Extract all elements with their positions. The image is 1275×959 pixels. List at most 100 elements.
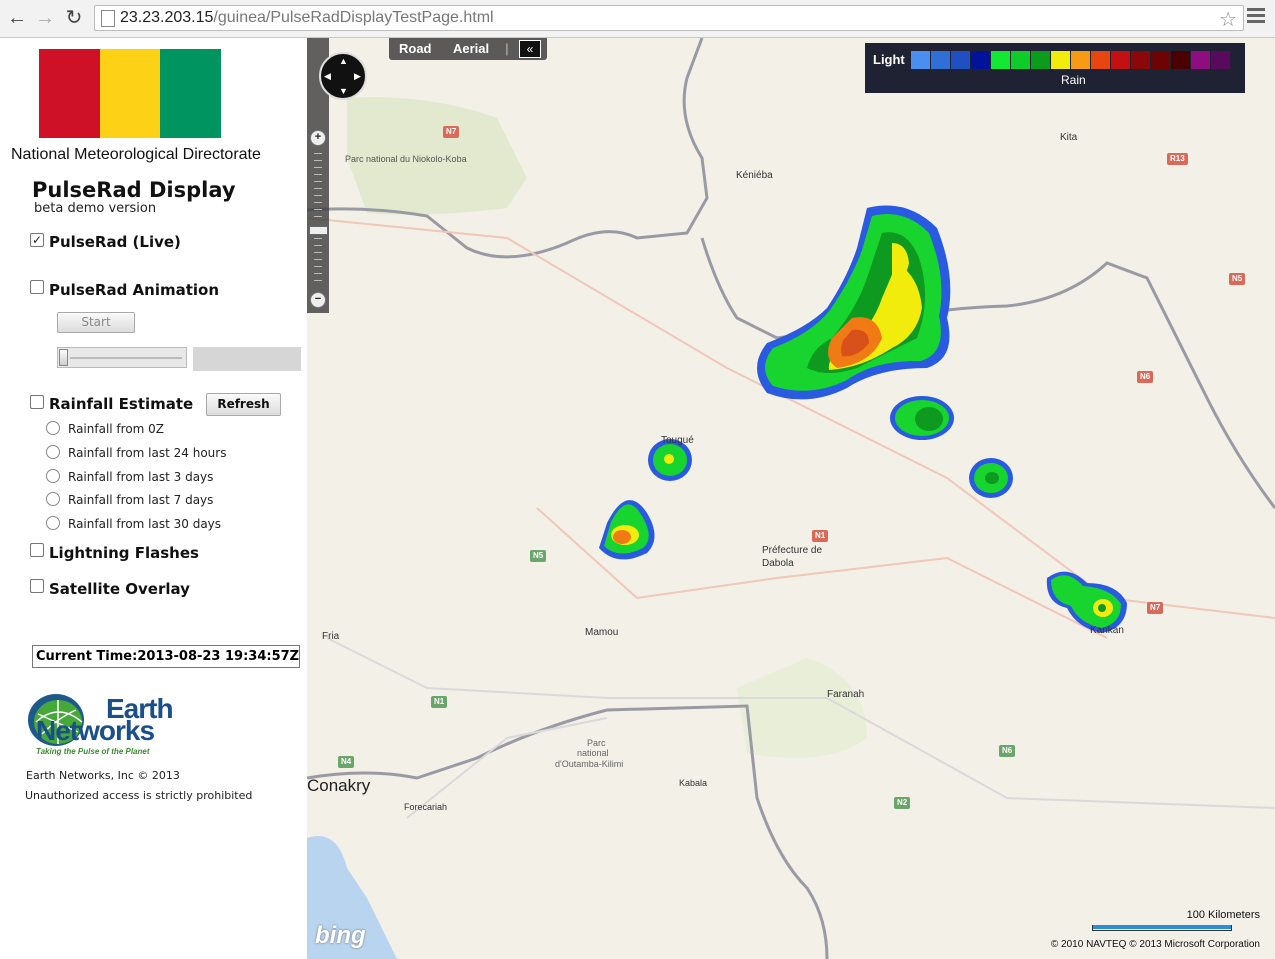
- road-shield: N6: [1137, 371, 1154, 383]
- zoom-in-icon[interactable]: +: [310, 130, 326, 146]
- sidebar: National Meteorological Directorate Puls…: [0, 38, 307, 959]
- app-title: PulseRad Display: [32, 178, 236, 202]
- rainfall-estimate-checkbox[interactable]: [30, 395, 44, 409]
- reload-icon[interactable]: ↻: [63, 6, 85, 30]
- legend-swatch: [1091, 51, 1110, 69]
- logo-text-networks: Networks: [36, 715, 155, 746]
- road-shield: N2: [894, 797, 911, 809]
- rainfall-option-label: Rainfall from 0Z: [68, 422, 165, 436]
- url-path: /guinea/PulseRadDisplayTestPage.html: [213, 9, 494, 26]
- place-label: Forecariah: [404, 802, 448, 812]
- guinea-flag: [39, 49, 222, 138]
- road-shield: N7: [443, 126, 460, 138]
- back-arrow-icon[interactable]: ←: [6, 6, 28, 30]
- pulserad-animation-checkbox[interactable]: [30, 280, 44, 294]
- road-shield: N5: [1229, 273, 1246, 285]
- forward-arrow-icon[interactable]: →: [34, 6, 56, 30]
- browser-toolbar: ← → ↻ 23.23.203.15/guinea/PulseRadDispla…: [0, 0, 1275, 38]
- radar-map[interactable]: Parc national du Niokolo-Koba Kéniéba Ki…: [307, 38, 1275, 959]
- start-button[interactable]: Start: [57, 312, 135, 333]
- legend-swatch: [1191, 51, 1210, 69]
- scale-label: 100 Kilometers: [1186, 909, 1260, 921]
- place-label: d'Outamba-Kilimi: [555, 759, 624, 769]
- rainfall-24h-radio[interactable]: [46, 445, 60, 459]
- pulserad-live-checkbox[interactable]: ✓: [30, 233, 44, 247]
- road-shield: R13: [1167, 153, 1188, 165]
- animation-slider[interactable]: [57, 347, 187, 368]
- pulserad-animation-label: PulseRad Animation: [49, 281, 220, 299]
- place-label: Tougué: [661, 435, 694, 446]
- legend-swatch: [1011, 51, 1030, 69]
- place-label: Dabola: [762, 558, 794, 569]
- separator: |: [505, 41, 509, 56]
- rainfall-0z-radio[interactable]: [46, 421, 60, 435]
- road-shield: N6: [999, 745, 1016, 757]
- animation-frame-display: [193, 347, 301, 371]
- slider-track: [70, 357, 182, 359]
- current-time: Current Time:2013-08-23 19:34:57Z: [32, 645, 300, 668]
- aerial-view-button[interactable]: Aerial: [453, 41, 489, 56]
- legend-swatch: [1071, 51, 1090, 69]
- bookmark-star-icon[interactable]: ☆: [1219, 7, 1237, 32]
- legend-swatch: [1211, 51, 1230, 69]
- legend-swatch: [1111, 51, 1130, 69]
- pan-compass-icon[interactable]: ▲ ▼ ◀ ▶: [319, 52, 367, 100]
- map-type-bar: Road Aerial | «: [389, 38, 547, 60]
- rainfall-30d-radio[interactable]: [46, 516, 60, 530]
- legend-light-label: Light: [873, 52, 905, 67]
- earth-networks-logo: Earth Networks Taking the Pulse of the P…: [24, 688, 204, 758]
- scale-bar: [1092, 925, 1232, 931]
- legend-rain-label: Rain: [1061, 73, 1086, 87]
- road-view-button[interactable]: Road: [399, 41, 432, 56]
- road-shield: N4: [338, 756, 355, 768]
- place-label: national: [577, 748, 609, 758]
- place-label: Kabala: [679, 778, 708, 788]
- access-warning: Unauthorized access is strictly prohibit…: [25, 789, 253, 802]
- legend-swatch: [1031, 51, 1050, 69]
- rainfall-option-label: Rainfall from last 7 days: [68, 493, 214, 507]
- rainfall-7d-radio[interactable]: [46, 492, 60, 506]
- flag-green-stripe: [160, 49, 222, 138]
- map-base-layer: [307, 38, 1275, 959]
- road-shield: N1: [812, 530, 829, 542]
- rainfall-estimate-label: Rainfall Estimate: [49, 395, 194, 413]
- logo-tagline: Taking the Pulse of the Planet: [36, 747, 150, 756]
- place-label: Faranah: [827, 689, 865, 700]
- place-label: Kankan: [1090, 625, 1124, 636]
- rainfall-3d-radio[interactable]: [46, 469, 60, 483]
- map-copyright: © 2010 NAVTEQ © 2013 Microsoft Corporati…: [1050, 939, 1260, 950]
- legend-swatch: [951, 51, 970, 69]
- legend-swatch: [991, 51, 1010, 69]
- menu-icon[interactable]: [1247, 8, 1265, 26]
- satellite-overlay-label: Satellite Overlay: [49, 580, 190, 598]
- zoom-slider-handle[interactable]: [309, 226, 328, 235]
- place-label: Kéniéba: [736, 170, 773, 181]
- organization-name: National Meteorological Directorate: [11, 146, 261, 163]
- url-host: 23.23.203.15: [120, 9, 214, 26]
- legend-swatch: [931, 51, 950, 69]
- place-label: Mamou: [585, 627, 619, 638]
- slider-handle[interactable]: [59, 349, 68, 366]
- flag-yellow-stripe: [99, 49, 161, 138]
- zoom-out-icon[interactable]: −: [310, 292, 326, 308]
- place-label: Parc national du Niokolo-Koba: [345, 154, 467, 164]
- page-icon: [101, 10, 115, 27]
- flag-red-stripe: [39, 49, 100, 138]
- refresh-button[interactable]: Refresh: [206, 393, 281, 416]
- copyright-text: Earth Networks, Inc © 2013: [26, 769, 180, 782]
- place-label: Parc: [587, 738, 606, 748]
- collapse-button[interactable]: «: [519, 40, 541, 58]
- rainfall-option-label: Rainfall from last 24 hours: [68, 446, 227, 460]
- satellite-overlay-checkbox[interactable]: [30, 579, 44, 593]
- road-shield: N1: [431, 696, 448, 708]
- legend-swatch: [1151, 51, 1170, 69]
- legend-swatch: [971, 51, 990, 69]
- road-shield: N5: [530, 550, 547, 562]
- lightning-flashes-checkbox[interactable]: [30, 543, 44, 557]
- legend-swatch: [911, 51, 930, 69]
- place-label: Préfecture de: [762, 545, 823, 556]
- pulserad-live-label: PulseRad (Live): [49, 233, 181, 251]
- road-shield: N7: [1147, 602, 1164, 614]
- legend-swatch: [1171, 51, 1190, 69]
- address-bar[interactable]: 23.23.203.15/guinea/PulseRadDisplayTestP…: [94, 5, 1244, 31]
